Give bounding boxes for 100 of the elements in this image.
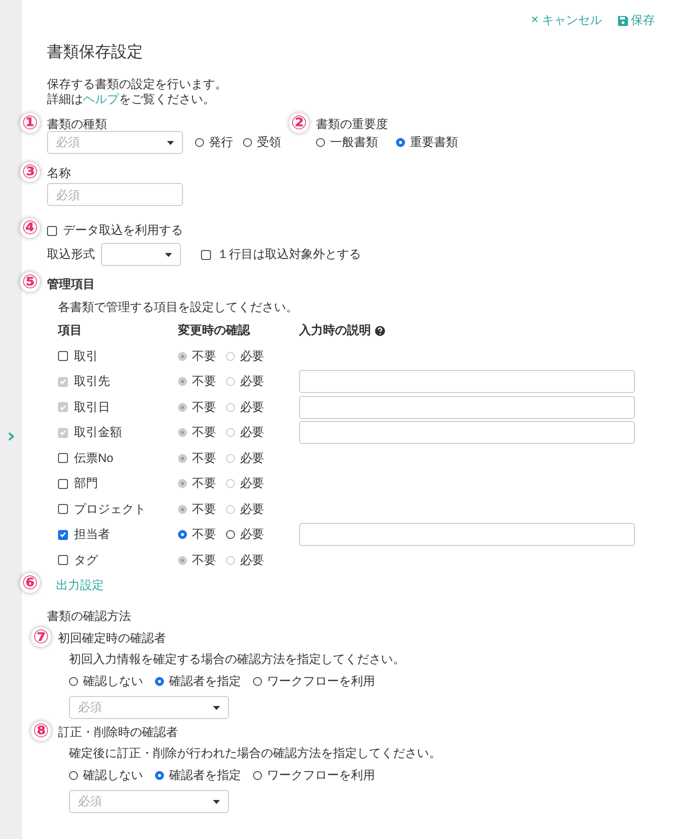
- option-label: 不要: [192, 450, 216, 467]
- option-label: 確認者を指定: [169, 766, 241, 784]
- caret-icon: [165, 252, 172, 256]
- section-title: 管理項目: [47, 276, 96, 293]
- number-badge: ⑧: [31, 721, 51, 741]
- dropdown-field[interactable]: [101, 243, 181, 266]
- subsection-title: 初回確定時の確認者: [58, 631, 167, 645]
- number-badge: ⑥: [20, 573, 40, 593]
- subsection-description: 確定後に訂正・削除が行われた場合の確認方法を指定してください。: [69, 745, 441, 762]
- name-field[interactable]: 必須: [47, 183, 183, 206]
- field-label: 書類の重要度: [316, 117, 388, 131]
- chevron-right-icon[interactable]: [8, 432, 14, 441]
- option-label: 確認しない: [83, 672, 143, 690]
- radio-option[interactable]: 確認しない: [69, 766, 143, 784]
- item-label: 取引先: [74, 373, 110, 390]
- radio-option[interactable]: 発行: [195, 134, 233, 151]
- radio-option[interactable]: 確認しない: [69, 672, 143, 690]
- help-text: 詳細はヘルプをご覧ください。: [47, 92, 216, 107]
- section-description: 各書類で管理する項目を設定してください。: [58, 299, 299, 316]
- option-label: 確認者を指定: [169, 672, 241, 690]
- option-label: 必要: [240, 373, 264, 390]
- radio-button[interactable]: [396, 138, 405, 146]
- item-label: 取引: [74, 348, 98, 365]
- subsection-description: 初回入力情報を確定する場合の確認方法を指定してください。: [69, 651, 405, 668]
- help-icon: [375, 326, 385, 336]
- checkbox[interactable]: [58, 504, 68, 514]
- checkbox-label: データ取込を利用する: [63, 222, 183, 239]
- section-title: 書類の確認方法: [47, 608, 132, 625]
- item-label: 担当者: [74, 526, 110, 544]
- radio-button[interactable]: [226, 530, 235, 540]
- checkbox[interactable]: [58, 351, 68, 362]
- option-label: 不要: [192, 348, 216, 365]
- option-label: 不要: [192, 552, 216, 569]
- radio-button[interactable]: [243, 138, 252, 147]
- description-field[interactable]: [299, 523, 635, 546]
- caret-icon: [213, 800, 220, 804]
- item-label: 取引日: [74, 398, 110, 416]
- radio-button[interactable]: [155, 770, 164, 780]
- option-label: 発行: [209, 134, 233, 151]
- option-label: 不要: [192, 398, 216, 416]
- option-label: 必要: [240, 398, 264, 416]
- option-label: 不要: [192, 475, 216, 492]
- radio-button[interactable]: [253, 676, 262, 686]
- checkbox-label: １行目は取込対象外とする: [217, 246, 361, 263]
- option-label: 不要: [192, 424, 216, 442]
- checkbox[interactable]: [58, 555, 68, 566]
- radio-option[interactable]: 不要: [178, 526, 216, 544]
- radio-button[interactable]: [253, 770, 262, 780]
- option-label: 必要: [240, 500, 264, 518]
- checkbox[interactable]: [58, 453, 68, 464]
- number-badge: ③: [20, 162, 40, 182]
- radio-button[interactable]: [69, 770, 78, 780]
- radio-option[interactable]: 受領: [243, 134, 281, 151]
- checkbox[interactable]: [201, 250, 211, 260]
- radio-button[interactable]: [178, 530, 187, 540]
- option-label: 必要: [240, 526, 264, 544]
- radio-button[interactable]: [316, 138, 325, 146]
- caret-icon: [167, 140, 174, 144]
- intro-text: 保存する書類の設定を行います。: [47, 77, 228, 92]
- radio-option[interactable]: 確認者を指定: [155, 766, 241, 784]
- number-badge: ①: [20, 113, 40, 133]
- number-badge: ⑦: [31, 627, 51, 647]
- item-label: タグ: [74, 552, 98, 569]
- option-label: 一般書類: [330, 134, 378, 150]
- column-header: 項目: [58, 322, 83, 340]
- checkbox[interactable]: [58, 530, 68, 540]
- checkbox[interactable]: [58, 478, 68, 489]
- field-label: 取込形式: [47, 246, 95, 263]
- number-badge: ④: [20, 218, 40, 238]
- option-label: 不要: [192, 373, 216, 390]
- number-badge: ⑤: [20, 272, 40, 292]
- radio-option[interactable]: 必要: [226, 526, 264, 544]
- item-label: 伝票No: [74, 450, 114, 467]
- page-title: 書類保存設定: [47, 43, 144, 63]
- radio-button[interactable]: [69, 676, 78, 686]
- option-label: 不要: [192, 500, 216, 518]
- field-label: 書類の種類: [47, 117, 107, 131]
- column-header: 入力時の説明: [299, 322, 635, 340]
- subsection-title: 訂正・削除時の確認者: [58, 725, 179, 739]
- radio-option[interactable]: 重要書類: [396, 134, 458, 150]
- item-label: 取引金額: [74, 424, 122, 442]
- radio-button[interactable]: [155, 676, 164, 686]
- option-label: 重要書類: [410, 134, 458, 150]
- option-label: 必要: [240, 475, 264, 492]
- option-label: 必要: [240, 424, 264, 442]
- item-label: 部門: [74, 475, 98, 492]
- item-label: プロジェクト: [74, 500, 146, 518]
- option-label: 受領: [257, 134, 281, 151]
- radio-option[interactable]: 確認者を指定: [155, 672, 241, 690]
- option-label: 必要: [240, 348, 264, 365]
- number-badge: ②: [289, 113, 309, 133]
- radio-button[interactable]: [195, 138, 204, 147]
- radio-option[interactable]: 一般書類: [316, 134, 378, 150]
- option-label: 必要: [240, 552, 264, 569]
- save-icon: [618, 16, 628, 26]
- option-label: 不要: [192, 526, 216, 544]
- caret-icon: [213, 706, 220, 710]
- option-label: 確認しない: [83, 766, 143, 784]
- checkbox[interactable]: [47, 226, 57, 236]
- option-label: 必要: [240, 450, 264, 467]
